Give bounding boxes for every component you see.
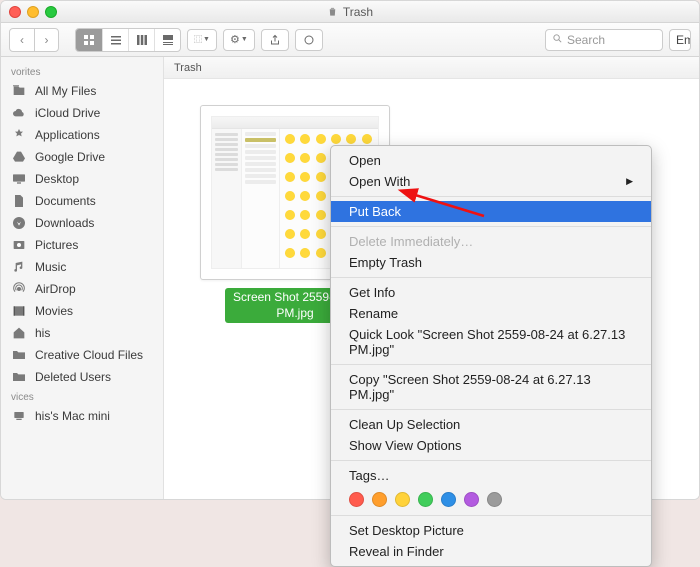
view-list-button[interactable] xyxy=(102,29,128,51)
sidebar-item-creative-cloud[interactable]: Creative Cloud Files xyxy=(1,344,163,366)
sidebar-item-airdrop[interactable]: AirDrop xyxy=(1,278,163,300)
context-menu-tags-row xyxy=(331,486,651,511)
view-switcher xyxy=(75,28,181,52)
context-menu-separator xyxy=(331,277,651,278)
sidebar-item-google-drive[interactable]: Google Drive xyxy=(1,146,163,168)
empty-trash-button[interactable]: Empty xyxy=(669,29,691,51)
context-menu-item[interactable]: Empty Trash xyxy=(331,252,651,273)
cloud-icon xyxy=(11,105,27,121)
submenu-arrow-icon: ▶ xyxy=(626,176,633,187)
toolbar: ‹ › ⿲▼ ⚙︎▼ Search Empty xyxy=(1,23,699,57)
context-menu-item[interactable]: Get Info xyxy=(331,282,651,303)
google-drive-icon xyxy=(11,149,27,165)
minimize-button[interactable] xyxy=(27,6,39,18)
share-button[interactable] xyxy=(261,29,289,51)
arrange-button[interactable]: ⿲▼ xyxy=(187,29,217,51)
sidebar-item-deleted-users[interactable]: Deleted Users xyxy=(1,366,163,388)
sidebar-item-all-my-files[interactable]: All My Files xyxy=(1,80,163,102)
context-menu-item[interactable]: Quick Look "Screen Shot 2559-08-24 at 6.… xyxy=(331,324,651,360)
sidebar-item-applications[interactable]: Applications xyxy=(1,124,163,146)
context-menu-separator xyxy=(331,515,651,516)
context-menu-item[interactable]: Show View Options xyxy=(331,435,651,456)
view-coverflow-button[interactable] xyxy=(154,29,180,51)
context-menu-item[interactable]: Copy "Screen Shot 2559-08-24 at 6.27.13 … xyxy=(331,369,651,405)
sidebar-section-favorites: vorites xyxy=(1,63,163,80)
context-menu-item[interactable]: Rename xyxy=(331,303,651,324)
folder-icon xyxy=(11,347,27,363)
search-placeholder: Search xyxy=(567,33,605,47)
window-title: Trash xyxy=(343,5,373,19)
nav-group: ‹ › xyxy=(9,28,59,52)
trash-icon xyxy=(327,5,338,18)
close-button[interactable] xyxy=(9,6,21,18)
sidebar-item-music[interactable]: Music xyxy=(1,256,163,278)
search-input[interactable]: Search xyxy=(545,29,663,51)
context-menu-item[interactable]: Clean Up Selection xyxy=(331,414,651,435)
movies-icon xyxy=(11,303,27,319)
airdrop-icon xyxy=(11,281,27,297)
mac-icon xyxy=(11,408,27,424)
context-menu-separator xyxy=(331,364,651,365)
desktop-icon xyxy=(11,171,27,187)
path-bar: Trash xyxy=(164,57,699,79)
context-menu: OpenOpen With▶ Put Back Delete Immediately… xyxy=(330,145,652,567)
downloads-icon xyxy=(11,215,27,231)
context-menu-separator xyxy=(331,226,651,227)
all-files-icon xyxy=(11,83,27,99)
music-icon xyxy=(11,259,27,275)
zoom-button[interactable] xyxy=(45,6,57,18)
sidebar-item-icloud-drive[interactable]: iCloud Drive xyxy=(1,102,163,124)
context-menu-item[interactable]: Put Back xyxy=(331,201,651,222)
sidebar-item-movies[interactable]: Movies xyxy=(1,300,163,322)
back-button[interactable]: ‹ xyxy=(10,29,34,51)
folder-icon xyxy=(11,369,27,385)
documents-icon xyxy=(11,193,27,209)
sidebar-item-downloads[interactable]: Downloads xyxy=(1,212,163,234)
tags-button[interactable] xyxy=(295,29,323,51)
action-button[interactable]: ⚙︎▼ xyxy=(223,29,255,51)
context-menu-item[interactable]: Set Desktop Picture xyxy=(331,520,651,541)
sidebar-item-mac[interactable]: his's Mac mini xyxy=(1,405,163,427)
home-icon xyxy=(11,325,27,341)
sidebar-item-documents[interactable]: Documents xyxy=(1,190,163,212)
view-column-button[interactable] xyxy=(128,29,154,51)
traffic-lights xyxy=(9,6,57,18)
pictures-icon xyxy=(11,237,27,253)
context-menu-item: Delete Immediately… xyxy=(331,231,651,252)
context-menu-item[interactable]: Reveal in Finder xyxy=(331,541,651,562)
context-menu-item[interactable]: Tags… xyxy=(331,465,651,486)
context-menu-item[interactable]: Open xyxy=(331,150,651,171)
sidebar: vorites All My Files iCloud Drive Applic… xyxy=(1,57,164,499)
context-menu-separator xyxy=(331,196,651,197)
sidebar-section-devices: vices xyxy=(1,388,163,405)
context-menu-separator xyxy=(331,409,651,410)
titlebar: Trash xyxy=(1,1,699,23)
view-icon-button[interactable] xyxy=(76,29,102,51)
sidebar-item-home[interactable]: his xyxy=(1,322,163,344)
sidebar-item-desktop[interactable]: Desktop xyxy=(1,168,163,190)
context-menu-separator xyxy=(331,460,651,461)
applications-icon xyxy=(11,127,27,143)
forward-button[interactable]: › xyxy=(34,29,58,51)
sidebar-item-pictures[interactable]: Pictures xyxy=(1,234,163,256)
context-menu-item[interactable]: Open With▶ xyxy=(331,171,651,192)
search-icon xyxy=(552,33,563,47)
